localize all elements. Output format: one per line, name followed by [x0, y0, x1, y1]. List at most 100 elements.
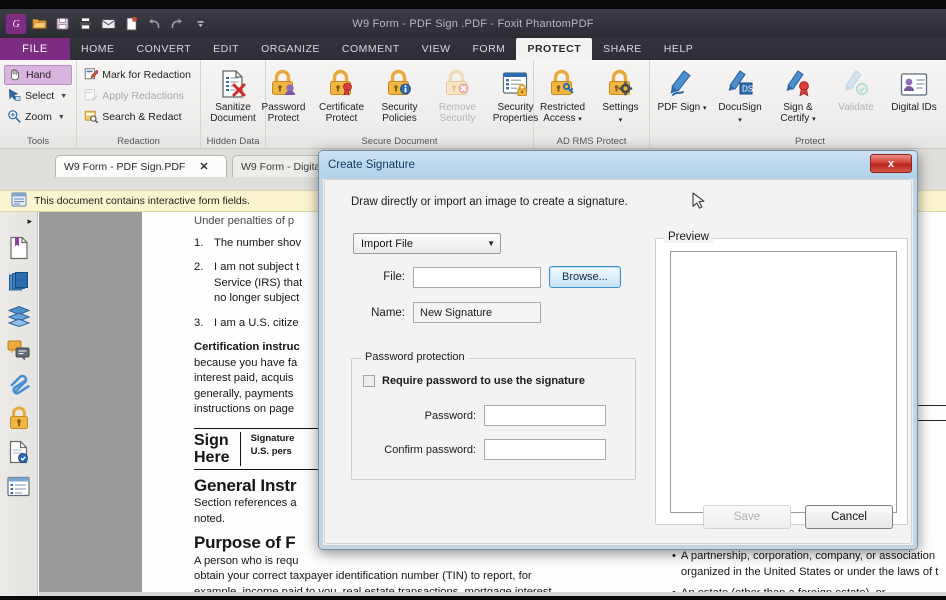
page-gutter — [39, 212, 142, 600]
comments-panel-icon[interactable] — [6, 337, 32, 363]
save-icon[interactable] — [52, 14, 72, 34]
digital-signatures-panel-icon[interactable] — [6, 439, 32, 465]
zoom-tool-label: Zoom — [25, 111, 52, 123]
tab-view[interactable]: VIEW — [411, 38, 462, 60]
tab-edit[interactable]: EDIT — [202, 38, 250, 60]
print-icon[interactable] — [75, 14, 95, 34]
document-tab-active[interactable]: W9 Form - PDF Sign.PDF ✕ — [55, 155, 227, 177]
docusign-button[interactable]: DS DocuSign ▾ — [712, 63, 768, 126]
cancel-button[interactable]: Cancel — [805, 505, 893, 529]
fields-panel-icon[interactable] — [6, 473, 32, 499]
new-from-file-icon[interactable] — [121, 14, 141, 34]
title-bar: G — [0, 9, 946, 38]
tab-home[interactable]: HOME — [70, 38, 126, 60]
validate-button: Validate — [828, 63, 884, 113]
attachments-panel-icon[interactable] — [6, 371, 32, 397]
item-number: 1. — [194, 236, 207, 252]
tab-protect[interactable]: PROTECT — [516, 38, 592, 60]
item-text: I am not subject t Service (IRS) that no… — [214, 260, 302, 307]
email-icon[interactable] — [98, 14, 118, 34]
name-row: Name: New Signature — [353, 302, 651, 323]
dialog-title: Create Signature — [328, 159, 415, 171]
bullet-text: A partnership, corporation, company, or … — [681, 549, 946, 580]
security-policies-label: Security Policies — [372, 102, 428, 124]
sign-certify-caret-icon[interactable]: ▾ — [812, 116, 816, 123]
pages-panel-icon[interactable] — [6, 269, 32, 295]
open-icon[interactable] — [29, 14, 49, 34]
certificate-protect-button[interactable]: Certificate Protect — [314, 63, 370, 124]
pdf-sign-button[interactable]: PDF Sign ▾ — [654, 63, 710, 114]
dialog-instruction-text: Draw directly or import an image to crea… — [351, 196, 628, 208]
ribbon-group-redaction: Mark for Redaction Apply Redactions Sear… — [77, 60, 201, 148]
dialog-fields: File: Browse... Name: New Signature — [353, 266, 651, 337]
chevron-down-icon[interactable]: ▼ — [487, 239, 495, 248]
security-policies-button[interactable]: Security Policies — [372, 63, 428, 124]
hand-icon — [8, 67, 22, 84]
require-password-checkbox[interactable] — [363, 375, 375, 387]
mark-for-redaction-button[interactable]: Mark for Redaction — [81, 65, 196, 85]
screen-top-letterbox — [0, 0, 946, 9]
password-row: Password: — [364, 405, 606, 426]
rms-settings-button[interactable]: Settings ▾ — [593, 63, 649, 126]
form-fields-icon — [11, 192, 27, 210]
restricted-access-label: Restricted Access ▾ — [535, 102, 591, 125]
browse-button[interactable]: Browse... — [549, 266, 621, 288]
sanitize-document-button[interactable]: Sanitize Document — [205, 63, 261, 124]
docusign-caret-icon[interactable]: ▾ — [738, 117, 742, 124]
ribbon-group-secure-document-label: Secure Document — [266, 136, 533, 147]
tab-file[interactable]: FILE — [0, 38, 70, 60]
restricted-access-button[interactable]: Restricted Access ▾ — [535, 63, 591, 125]
close-dialog-button[interactable]: x — [870, 154, 912, 173]
password-protect-icon — [268, 66, 299, 100]
tab-help[interactable]: HELP — [653, 38, 704, 60]
undo-icon[interactable] — [144, 14, 164, 34]
password-input[interactable] — [484, 405, 606, 426]
notification-message: This document contains interactive form … — [34, 195, 250, 207]
apply-redactions-label: Apply Redactions — [102, 90, 184, 102]
dialog-button-bar: Save Cancel — [703, 505, 893, 529]
sign-certify-button[interactable]: Sign & Certify ▾ — [770, 63, 826, 125]
hand-tool-label: Hand — [26, 69, 51, 81]
sign-certify-label: Sign & Certify ▾ — [770, 102, 826, 125]
dialog-title-bar[interactable]: Create Signature x — [319, 151, 917, 179]
search-redact-icon — [84, 109, 98, 126]
tab-share[interactable]: SHARE — [592, 38, 653, 60]
foxit-logo-icon[interactable]: G — [6, 14, 26, 34]
digital-ids-button[interactable]: Digital IDs — [886, 63, 942, 113]
hand-tool-button[interactable]: Hand — [4, 65, 72, 85]
close-tab-icon[interactable]: ✕ — [199, 160, 208, 173]
signature-source-dropdown[interactable]: Import File ▼ — [353, 233, 501, 254]
bookmarks-panel-icon[interactable] — [6, 235, 32, 261]
ribbon-group-ad-rms-protect: Restricted Access ▾ Settings ▾ AD RMS Pr… — [534, 60, 650, 148]
validate-icon — [841, 66, 871, 100]
tab-form[interactable]: FORM — [462, 38, 517, 60]
ribbon-group-redaction-label: Redaction — [77, 136, 200, 147]
search-and-redact-button[interactable]: Search & Redact — [81, 107, 196, 127]
sign-here-label: Sign Here — [194, 432, 241, 466]
svg-text:DS: DS — [742, 85, 753, 94]
select-caret-icon[interactable]: ▼ — [60, 93, 67, 100]
expand-pane-icon[interactable]: ▸ — [27, 216, 37, 227]
file-input[interactable] — [413, 267, 541, 288]
signature-source-value: Import File — [361, 238, 413, 250]
tab-organize[interactable]: ORGANIZE — [250, 38, 331, 60]
name-input[interactable]: New Signature — [413, 302, 541, 323]
password-protect-button[interactable]: Password Protect — [256, 63, 312, 124]
certificate-protect-label: Certificate Protect — [314, 102, 370, 124]
pdf-sign-caret-icon[interactable]: ▾ — [703, 105, 707, 112]
zoom-caret-icon[interactable]: ▼ — [58, 114, 65, 121]
security-panel-icon[interactable] — [6, 405, 32, 431]
redo-icon[interactable] — [167, 14, 187, 34]
confirm-password-input[interactable] — [484, 439, 606, 460]
tab-comment[interactable]: COMMENT — [331, 38, 411, 60]
require-password-row[interactable]: Require password to use the signature — [363, 375, 585, 387]
restricted-access-caret-icon[interactable]: ▾ — [578, 116, 582, 123]
customize-toolbar-icon[interactable] — [190, 14, 210, 34]
remove-security-button: Remove Security — [430, 63, 486, 124]
zoom-tool-button[interactable]: Zoom ▼ — [4, 107, 72, 127]
tab-convert[interactable]: CONVERT — [126, 38, 203, 60]
select-tool-button[interactable]: Select ▼ — [4, 86, 72, 106]
password-protection-legend: Password protection — [361, 351, 469, 363]
layers-panel-icon[interactable] — [6, 303, 32, 329]
rms-settings-caret-icon[interactable]: ▾ — [619, 117, 623, 124]
